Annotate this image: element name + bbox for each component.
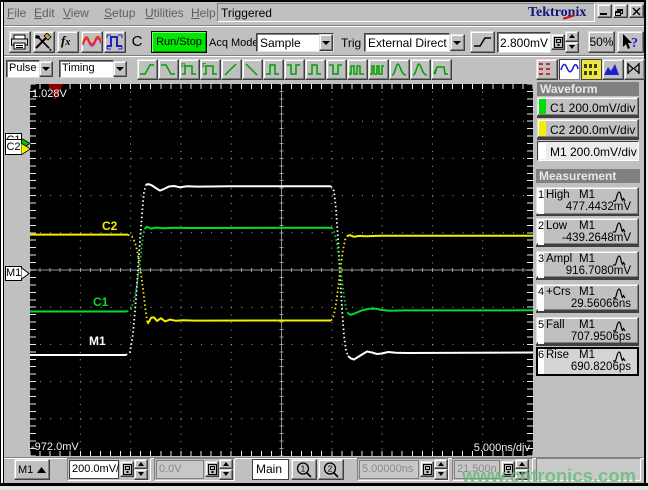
svg-text:M1: M1 (89, 334, 106, 348)
svg-text:5.000ns/div: 5.000ns/div (474, 442, 531, 454)
svg-text:?: ? (631, 36, 638, 51)
svg-text:1.028V: 1.028V (32, 88, 68, 100)
svg-text:C1: C1 (93, 295, 109, 309)
svg-text:2: 2 (328, 465, 333, 474)
svg-text:-972.0mV: -972.0mV (31, 441, 79, 453)
svg-text:C2: C2 (102, 219, 118, 233)
svg-text:1: 1 (301, 465, 306, 474)
